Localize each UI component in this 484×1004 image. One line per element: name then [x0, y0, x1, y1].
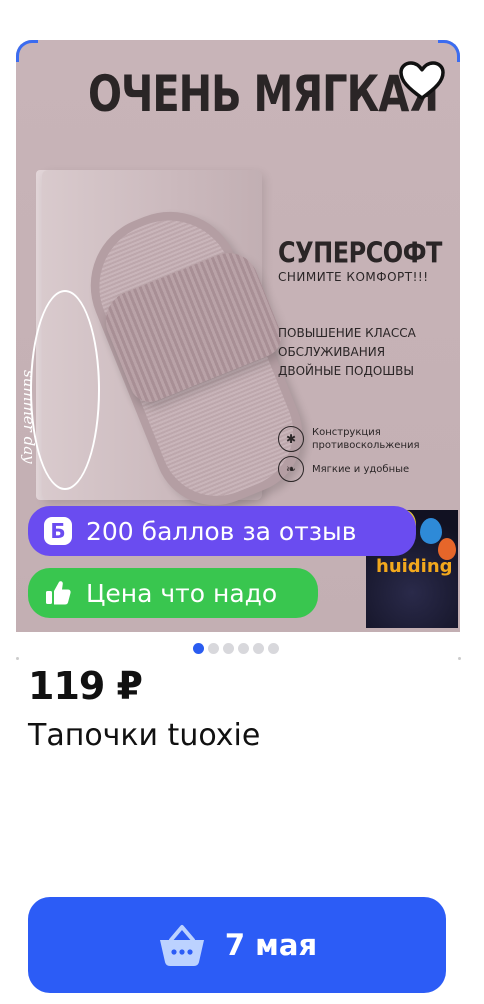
thumbnail-text: huiding — [376, 556, 453, 577]
leaf-icon: ❧ — [278, 456, 304, 482]
price-badge-text: Цена что надо — [86, 578, 278, 608]
carousel-dot[interactable] — [238, 643, 249, 654]
points-icon: Б — [44, 517, 72, 545]
promo-feature-line: ДВОЙНЫЕ ПОДОШВЫ — [278, 364, 414, 378]
carousel-dot[interactable] — [253, 643, 264, 654]
points-badge-text: 200 баллов за отзыв — [86, 516, 357, 546]
carousel-dot[interactable] — [268, 643, 279, 654]
product-title[interactable]: Тапочки tuoxie — [28, 718, 260, 753]
add-to-cart-button[interactable]: 7 мая — [28, 897, 446, 993]
points-for-review-badge: Б 200 баллов за отзыв — [28, 506, 416, 556]
basket-icon — [159, 925, 204, 966]
carousel-dot[interactable] — [208, 643, 219, 654]
heart-icon[interactable] — [398, 60, 446, 102]
feature-anti-slip-line: Конструкция — [312, 427, 381, 438]
feature-anti-slip: ✱ Конструкция противоскольжения — [278, 426, 420, 452]
carousel-dots[interactable] — [193, 643, 279, 654]
feature-anti-slip-text: Конструкция противоскольжения — [312, 426, 420, 452]
promo-subheadline: СНИМИТЕ КОМФОРТ!!! — [278, 270, 429, 284]
good-price-badge: Цена что надо — [28, 568, 318, 618]
delivery-date-label: 7 мая — [224, 928, 318, 962]
anti-slip-icon: ✱ — [278, 426, 304, 452]
product-price: 119 ₽ — [28, 664, 143, 708]
box-label-oval — [30, 290, 100, 490]
promo-features: ПОВЫШЕНИЕ КЛАССА ОБСЛУЖИВАНИЯ ДВОЙНЫЕ ПО… — [278, 324, 416, 381]
carousel-dot-active[interactable] — [193, 643, 204, 654]
balloon — [420, 518, 442, 544]
divider-mark — [16, 657, 19, 660]
feature-soft: ❧ Мягкие и удобные — [278, 456, 409, 482]
promo-feature-line: ОБСЛУЖИВАНИЯ — [278, 345, 386, 359]
promo-title: ОЧЕНЬ МЯГКАЯ — [88, 66, 439, 124]
promo-headline: СУПЕРСОФТ — [278, 236, 442, 270]
divider-mark — [458, 657, 461, 660]
box-brand-text: summer day — [20, 370, 38, 464]
thumbs-up-icon — [46, 581, 71, 605]
promo-feature-line: ПОВЫШЕНИЕ КЛАССА — [278, 326, 416, 340]
feature-anti-slip-line: противоскольжения — [312, 440, 420, 451]
carousel-dot[interactable] — [223, 643, 234, 654]
feature-soft-text: Мягкие и удобные — [312, 463, 410, 475]
